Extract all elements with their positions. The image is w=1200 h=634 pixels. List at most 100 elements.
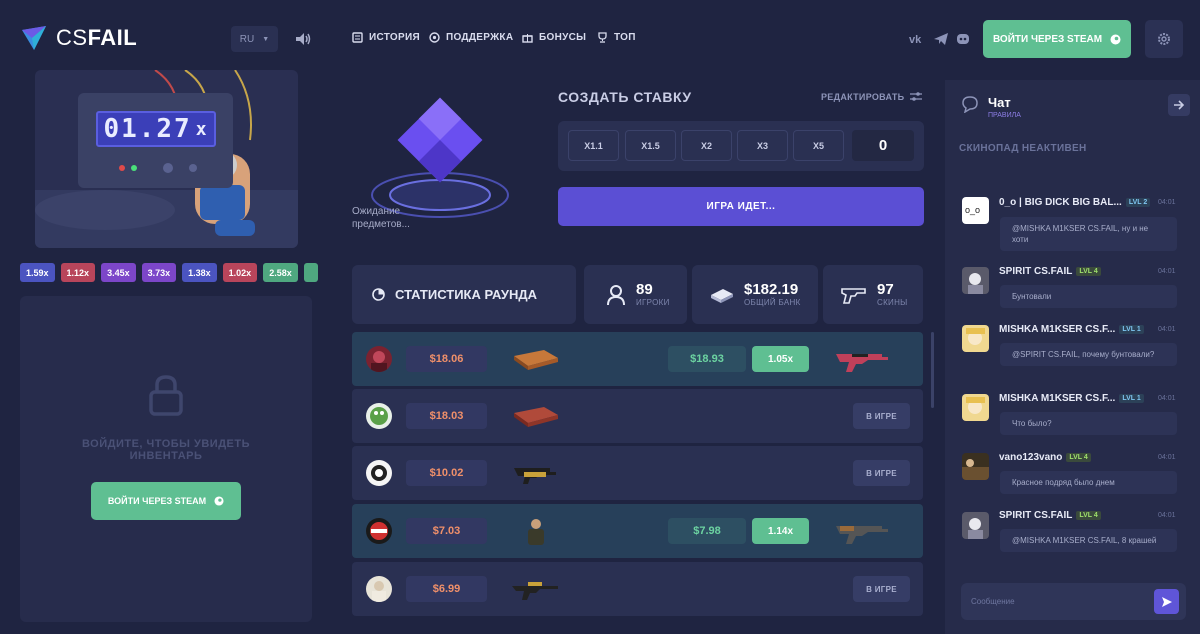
nav-history[interactable]: ИСТОРИЯ <box>352 32 420 43</box>
chat-send-button[interactable] <box>1154 589 1179 614</box>
chat-message-text: @MISHKA M1KSER CS.FAIL, 8 крашей <box>1000 529 1177 552</box>
inventory-login-text-line2: ИНВЕНТАРЬ <box>129 450 203 462</box>
chat-username[interactable]: MISHKA M1KSER CS.F... <box>999 324 1115 335</box>
in-game-badge: В ИГРЕ <box>853 460 910 486</box>
bank-total: $182.19 <box>744 281 799 298</box>
chat-avatar[interactable] <box>962 512 989 539</box>
steam-icon <box>214 496 224 506</box>
players-count: 89 <box>636 281 653 298</box>
svg-text:o_o: o_o <box>965 205 980 215</box>
history-icon <box>352 32 363 43</box>
round-stats-title-box: СТАТИСТИКА РАУНДА <box>352 265 576 324</box>
chat-rules-link[interactable]: ПРАВИЛА <box>988 112 1021 119</box>
nav-bonuses[interactable]: БОНУСЫ <box>522 32 586 43</box>
level-badge: LVL 2 <box>1125 198 1151 207</box>
stat-skins: 97 СКИНЫ <box>823 265 923 324</box>
multiplier-x1-5-button[interactable]: X1.5 <box>625 130 676 161</box>
inventory-login-text-line1: ВОЙДИТЕ, ЧТОБЫ УВИДЕТЬ <box>82 438 250 450</box>
vk-icon[interactable]: vk <box>909 31 925 47</box>
level-badge: LVL 1 <box>1119 325 1144 334</box>
pie-chart-icon <box>372 288 385 301</box>
history-chip: 2.58x <box>263 263 298 282</box>
settings-button[interactable] <box>1145 20 1183 58</box>
inventory-login-text: ВОЙДИТЕ, ЧТОБЫ УВИДЕТЬ ИНВЕНТАРЬ <box>20 438 312 462</box>
steam-login-button[interactable]: ВОЙТИ ЧЕРЕЗ STEAM <box>983 20 1131 58</box>
stat-bank: $182.19 ОБЩИЙ БАНК <box>692 265 818 324</box>
level-badge: LVL 4 <box>1076 511 1101 520</box>
bet-price: $6.99 <box>406 576 487 602</box>
bet-row[interactable]: $6.99 В ИГРЕ <box>352 562 923 616</box>
chat-collapse-button[interactable] <box>1168 94 1190 116</box>
support-icon <box>429 32 440 43</box>
chat-username[interactable]: 0_o | BIG DICK BIG BAL... <box>999 197 1122 208</box>
multiplier-x5-button[interactable]: X5 <box>793 130 844 161</box>
chat-message-input[interactable]: Сообщение <box>961 583 1186 620</box>
chat-avatar[interactable] <box>962 267 989 294</box>
multiplier-x3-button[interactable]: X3 <box>737 130 788 161</box>
chat-time: 04:01 <box>1158 512 1176 519</box>
case-item-icon <box>514 407 558 427</box>
stat-players: 89 ИГРОКИ <box>584 265 687 324</box>
chat-username[interactable]: SPIRIT CS.FAIL <box>999 510 1072 521</box>
bet-row[interactable]: $18.06 $18.93 1.05x <box>352 332 923 386</box>
logo-text-bold: FAIL <box>87 25 138 50</box>
chat-avatar[interactable] <box>962 325 989 352</box>
logo[interactable]: CSFAIL <box>20 24 137 52</box>
chat-avatar[interactable]: o_o <box>962 197 989 224</box>
language-select[interactable]: RU ▼ <box>231 26 278 52</box>
bet-row[interactable]: $18.03 В ИГРЕ <box>352 389 923 443</box>
logo-text-light: CS <box>56 25 88 50</box>
chevron-down-icon: ▼ <box>262 35 270 43</box>
sliders-icon <box>910 92 923 101</box>
edit-bet-button[interactable]: РЕДАКТИРОВАТЬ <box>821 92 923 102</box>
nav-top[interactable]: ТОП <box>597 32 636 43</box>
chat-time: 04:01 <box>1158 454 1176 461</box>
history-chip: 3.45x <box>101 263 136 282</box>
bets-scrollbar[interactable] <box>931 332 934 408</box>
chat-avatar[interactable] <box>962 394 989 421</box>
chat-time: 04:01 <box>1158 395 1176 402</box>
gun-icon <box>841 287 866 304</box>
player-avatar <box>366 403 392 429</box>
inventory-steam-login-button[interactable]: ВОЙТИ ЧЕРЕЗ STEAM <box>91 482 241 520</box>
chat-message-text: Красное подряд было днем <box>1000 471 1177 494</box>
multiplier-x1-1-button[interactable]: X1.1 <box>568 130 619 161</box>
nav-support-label: ПОДДЕРЖКА <box>446 32 514 43</box>
multiplier-x2-button[interactable]: X2 <box>681 130 732 161</box>
user-icon <box>607 284 625 305</box>
level-badge: LVL 4 <box>1076 267 1101 276</box>
chat-username[interactable]: MISHKA M1KSER CS.F... <box>999 393 1115 404</box>
game-status-button[interactable]: ИГРА ИДЕТ... <box>558 187 924 226</box>
history-chip: 3.73x <box>141 263 177 282</box>
nav-support[interactable]: ПОДДЕРЖКА <box>429 32 513 43</box>
chat-time: 04:01 <box>1158 199 1176 206</box>
lock-icon <box>149 375 183 416</box>
skinopad-status: СКИНОПАД НЕАКТИВЕН <box>959 143 1087 154</box>
bet-row[interactable]: $10.02 В ИГРЕ <box>352 446 923 500</box>
chat-message-text: Бунтовали <box>1000 285 1177 308</box>
round-stats-title: СТАТИСТИКА РАУНДА <box>395 287 538 302</box>
inventory-steam-login-label: ВОЙТИ ЧЕРЕЗ STEAM <box>107 496 207 506</box>
level-badge: LVL 4 <box>1066 453 1091 462</box>
chat-message-header: SPIRIT CS.FAIL LVL 4 <box>999 510 1101 521</box>
bet-amount-field[interactable]: 0 <box>852 130 914 161</box>
chat-avatar[interactable] <box>962 453 989 480</box>
chat-message-header: MISHKA M1KSER CS.F... LVL 1 <box>999 393 1144 404</box>
sound-icon[interactable] <box>294 30 312 48</box>
win-price: $18.93 <box>668 346 746 372</box>
player-avatar <box>366 346 392 372</box>
chat-username[interactable]: vano123vano <box>999 452 1062 463</box>
chat-message-header: 0_o | BIG DICK BIG BAL... LVL 2 <box>999 197 1151 208</box>
chat-message-header: vano123vano LVL 4 <box>999 452 1091 463</box>
discord-icon[interactable] <box>955 31 971 47</box>
bet-row[interactable]: $7.03 $7.98 1.14x <box>352 504 923 558</box>
chat-username[interactable]: SPIRIT CS.FAIL <box>999 266 1072 277</box>
chat-time: 04:01 <box>1158 268 1176 275</box>
svg-text:vk: vk <box>909 34 922 46</box>
steam-icon <box>1110 34 1121 44</box>
chat-message-header: SPIRIT CS.FAIL LVL 4 <box>999 266 1101 277</box>
gear-icon <box>1158 33 1170 45</box>
telegram-icon[interactable] <box>933 31 949 47</box>
bet-price: $18.06 <box>406 346 487 372</box>
win-multiplier: 1.14x <box>752 518 809 544</box>
